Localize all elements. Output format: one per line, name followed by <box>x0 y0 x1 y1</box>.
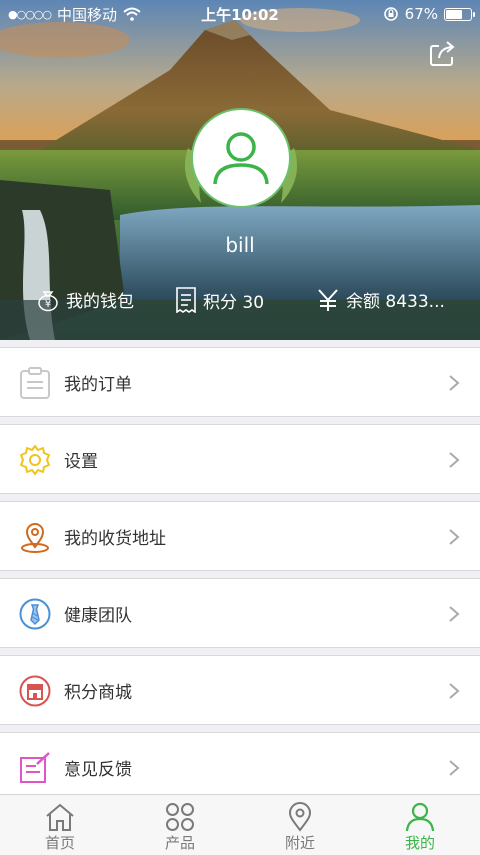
chevron-right-icon <box>449 606 460 622</box>
battery-icon <box>444 7 475 21</box>
location-pin-icon <box>21 523 49 553</box>
balance-button[interactable]: 余额 8433... <box>316 287 445 312</box>
home-icon <box>46 803 74 831</box>
avatar[interactable] <box>176 108 306 214</box>
tab-bar: 首页 产品 附近 我的 <box>0 794 480 855</box>
chevron-right-icon <box>449 375 460 391</box>
tab-label: 首页 <box>44 834 75 852</box>
wallet-button[interactable]: ¥ 我的钱包 <box>36 287 134 312</box>
chevron-right-icon <box>449 452 460 468</box>
grid-clover-icon <box>166 803 194 831</box>
points-label: 积分 30 <box>203 292 265 313</box>
clipboard-icon <box>20 367 50 399</box>
menu-item-label: 我的订单 <box>64 374 132 395</box>
menu-item-label: 健康团队 <box>64 605 132 626</box>
svg-text:¥: ¥ <box>45 299 51 310</box>
yen-icon <box>318 288 338 311</box>
menu-item-orders[interactable]: 我的订单 <box>0 347 480 417</box>
tab-products[interactable]: 产品 <box>120 795 240 855</box>
menu-list: 我的订单 设置 我的收货地址 健康团队 积分商城 意见反馈 <box>0 347 480 809</box>
tab-nearby[interactable]: 附近 <box>240 795 360 855</box>
status-bar: ●○○○○ 中国移动 上午10:02 67% <box>0 0 480 28</box>
receipt-icon <box>176 287 196 313</box>
tab-home[interactable]: 首页 <box>0 795 120 855</box>
menu-item-feedback[interactable]: 意见反馈 <box>0 732 480 802</box>
location-icon <box>288 802 312 832</box>
menu-item-points-mall[interactable]: 积分商城 <box>0 655 480 725</box>
chevron-right-icon <box>449 683 460 699</box>
menu-item-label: 积分商城 <box>64 682 132 703</box>
feedback-edit-icon <box>20 752 50 783</box>
menu-item-label: 设置 <box>64 451 98 472</box>
gear-icon <box>20 445 50 475</box>
store-icon <box>19 675 51 707</box>
wallet-label: 我的钱包 <box>66 292 134 312</box>
menu-item-label: 意见反馈 <box>64 759 132 780</box>
username: bill <box>225 233 255 257</box>
tab-mine[interactable]: 我的 <box>360 795 480 855</box>
menu-item-health-team[interactable]: 健康团队 <box>0 578 480 648</box>
share-icon[interactable] <box>428 38 458 68</box>
balance-label: 余额 8433... <box>346 292 445 312</box>
money-bag-icon: ¥ <box>38 290 58 311</box>
menu-item-label: 我的收货地址 <box>64 528 166 549</box>
tie-icon <box>19 598 51 630</box>
profile-header: ●○○○○ 中国移动 上午10:02 67% bill ¥ 我的钱包 积分 30… <box>0 0 480 340</box>
chevron-right-icon <box>449 760 460 776</box>
points-button[interactable]: 积分 30 <box>175 287 264 313</box>
person-icon <box>405 802 435 832</box>
account-stats: ¥ 我的钱包 积分 30 余额 8433... <box>0 282 480 318</box>
chevron-right-icon <box>449 529 460 545</box>
status-time: 上午10:02 <box>201 5 279 24</box>
menu-item-address[interactable]: 我的收货地址 <box>0 501 480 571</box>
tab-label: 附近 <box>284 834 315 852</box>
profile-page: ●○○○○ 中国移动 上午10:02 67% bill ¥ 我的钱包 积分 30… <box>0 0 480 855</box>
menu-item-settings[interactable]: 设置 <box>0 424 480 494</box>
tab-label: 产品 <box>164 834 195 852</box>
tab-label: 我的 <box>404 834 435 852</box>
